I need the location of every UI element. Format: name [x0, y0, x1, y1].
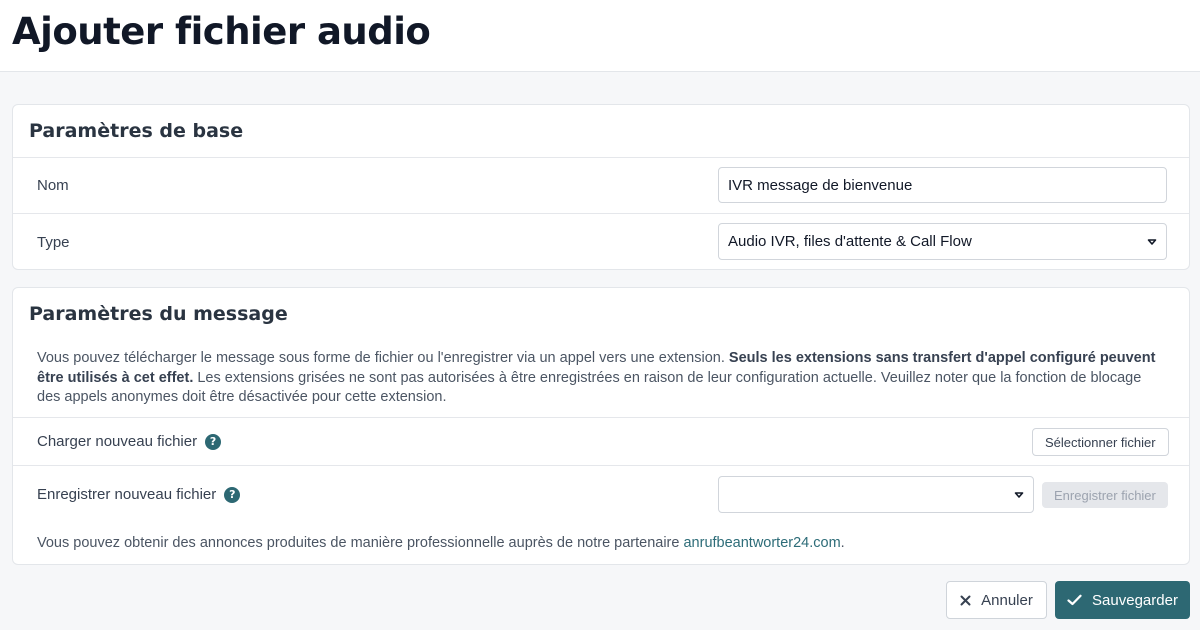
page-header: Ajouter fichier audio [0, 0, 1200, 72]
partner-footnote: Vous pouvez obtenir des annonces produit… [37, 535, 845, 551]
type-label: Type [37, 234, 70, 251]
type-select[interactable]: Audio IVR, files d'attente & Call Flow [718, 223, 1167, 260]
divider [13, 213, 1189, 214]
question-circle-icon[interactable]: ? [205, 434, 222, 450]
record-file-button[interactable]: Enregistrer fichier [1042, 482, 1168, 508]
question-circle-icon[interactable]: ? [224, 487, 241, 503]
footnote-text: Vous pouvez obtenir des annonces produit… [37, 535, 684, 551]
description-text: Vous pouvez télécharger le message sous … [37, 350, 729, 366]
description-text: Les extensions grisées ne sont pas autor… [37, 369, 1142, 406]
basic-settings-title: Paramètres de base [29, 120, 244, 142]
cancel-button[interactable]: Annuler [946, 581, 1047, 619]
name-label: Nom [37, 177, 69, 194]
name-input[interactable] [718, 167, 1167, 203]
check-icon [1067, 594, 1082, 606]
footnote-end: . [840, 535, 845, 551]
message-settings-card: Paramètres du message Vous pouvez téléch… [12, 287, 1190, 565]
partner-link[interactable]: anrufbeantworter24.com [683, 535, 840, 551]
record-label: Enregistrer nouveau fichier? [37, 486, 241, 503]
upload-label-text: Charger nouveau fichier [37, 433, 198, 450]
extension-select[interactable] [718, 476, 1034, 513]
type-select-value: Audio IVR, files d'attente & Call Flow [728, 233, 972, 250]
page-title: Ajouter fichier audio [12, 10, 431, 53]
basic-settings-card: Paramètres de base Nom Type Audio IVR, f… [12, 104, 1190, 270]
save-button[interactable]: Sauvegarder [1055, 581, 1190, 619]
chevron-down-icon [1147, 239, 1157, 245]
divider [13, 157, 1189, 158]
upload-label: Charger nouveau fichier? [37, 433, 222, 450]
message-description: Vous pouvez télécharger le message sous … [37, 349, 1165, 408]
close-icon [960, 595, 971, 605]
divider [13, 465, 1189, 466]
chevron-down-icon [1014, 492, 1024, 498]
message-settings-title: Paramètres du message [29, 303, 288, 325]
cancel-label: Annuler [981, 591, 1033, 609]
save-label: Sauvegarder [1092, 591, 1178, 609]
select-file-button[interactable]: Sélectionner fichier [1032, 428, 1169, 456]
record-label-text: Enregistrer nouveau fichier [37, 486, 217, 503]
divider [13, 417, 1189, 418]
